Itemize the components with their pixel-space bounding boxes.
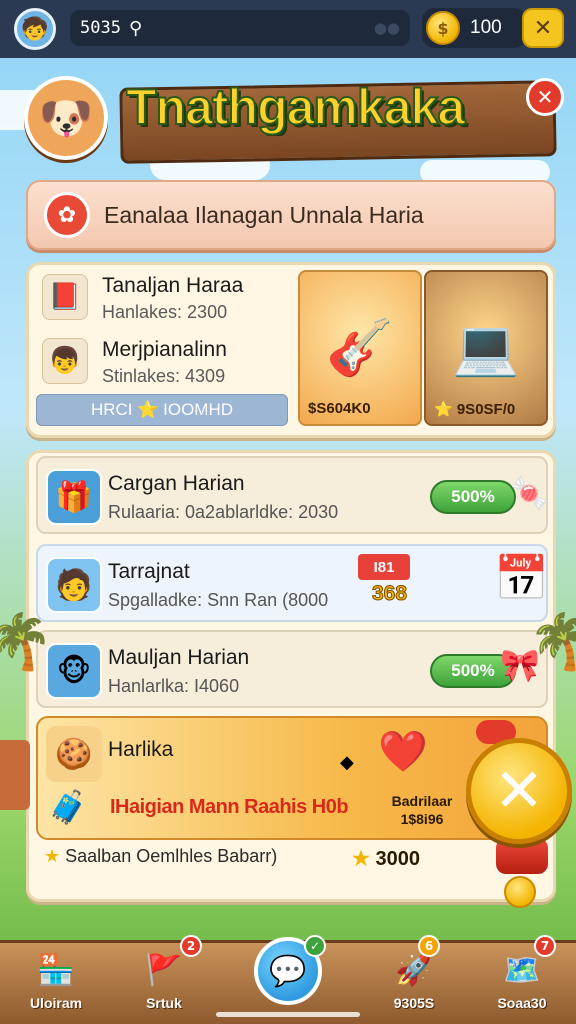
nav-label: Srtuk — [146, 995, 182, 1011]
ticket-value: 368 — [371, 582, 408, 606]
notification-badge: 2 — [180, 935, 202, 957]
featured-stat-pill[interactable]: HRCI ⭐ IOOMHD — [36, 394, 288, 426]
sparkle-icon: ◆ — [340, 752, 354, 773]
nav-item-rewards[interactable]: 🚀 6 9305S — [364, 935, 464, 1024]
coin-counter[interactable]: $ 100 — [422, 8, 526, 48]
calendar-icon: 📅 — [494, 553, 549, 604]
footer-value: 3000 — [375, 848, 421, 870]
bonus-label-line: Badrilaar — [391, 793, 453, 809]
bonus-label: Badrilaar 1$8i96 — [372, 792, 472, 828]
laptop-scene-card[interactable]: 💻 ⭐ 9S0SF/0 — [424, 270, 548, 426]
close-button[interactable]: ✕ — [522, 8, 564, 48]
promo-text: IHaigian Mann Raahis H0b — [110, 796, 349, 818]
special-title: Harlika — [108, 738, 174, 761]
character-icon: 👦 — [42, 338, 88, 384]
list-item[interactable]: 🐵 Mauljan Harian Hanlarlka: I4060 500% 🎀 — [36, 630, 548, 708]
notification-badge: 6 — [418, 935, 440, 957]
coin-icon: $ — [426, 11, 460, 45]
nav-item-chat[interactable]: 💬 ✓ — [254, 935, 326, 1005]
featured-item-sub: Stinlakes: 4309 — [102, 366, 226, 386]
gift-box-icon: 🎁 — [46, 469, 102, 525]
notification-badge: 7 — [534, 935, 556, 957]
mascot-avatar: 🐶 — [24, 76, 108, 160]
percent-badge[interactable]: 500% — [430, 480, 516, 514]
shop-icon: 🏪 — [37, 952, 75, 988]
footer-value-group: ★ 3000 — [352, 846, 420, 871]
ticket-badge: I81 — [358, 554, 410, 580]
heart-icon: ❤️ — [378, 729, 428, 775]
laptop-user-icon: 💻 — [452, 316, 520, 379]
nav-label: 9305S — [393, 995, 435, 1011]
treasure-chest-icon: 🧳 — [48, 788, 88, 826]
character-icon: 🧑 — [46, 557, 102, 613]
row-title: Cargan Harian — [108, 472, 245, 495]
monkey-icon: 🐵 — [46, 643, 102, 699]
panel-footer: ★ Saalban Oemlhles Babarr) — [44, 846, 344, 867]
daily-reward-bar[interactable]: ✿ Eanalaa Ilanagan Unnala Haria — [26, 180, 556, 250]
coin-count: 100 — [470, 17, 502, 38]
palm-tree-decoration: 🌴 — [0, 610, 54, 673]
game-title: Tnathgamkaka — [126, 78, 466, 136]
reward-icon: ✿ — [44, 192, 90, 238]
banner-close-button[interactable]: ✕ — [526, 78, 564, 116]
list-item[interactable]: 🎁 Cargan Harian Rulaaria: 0a2ablarldke: … — [36, 456, 550, 534]
player-avatar[interactable]: 🧒 — [14, 8, 56, 50]
guitar-scene-card[interactable]: 🎸 $S604K0 — [298, 270, 422, 426]
palm-tree-decoration: 🌴 — [528, 610, 576, 673]
row-subtitle: Spgalladke: Snn Ran (8000 — [108, 590, 329, 610]
cookie-character-icon: 🍪 — [46, 726, 102, 782]
bonus-label-line: 1$8i96 — [400, 811, 444, 827]
coin-icon — [504, 876, 536, 908]
row-subtitle: Hanlarlka: I4060 — [108, 676, 240, 696]
row-title: Tarrajnat — [108, 560, 190, 583]
scene-price: $S604K0 — [308, 400, 371, 417]
list-item[interactable]: 🧑 Tarrajnat Spgalladke: Snn Ran (8000 I8… — [36, 544, 549, 622]
microphone-icon[interactable]: ●● — [374, 19, 400, 37]
chat-icon: 💬 — [269, 953, 307, 989]
nav-item-map[interactable]: 🗺️ 7 Soaa30 — [472, 935, 572, 1024]
nav-label: Soaa30 — [497, 995, 547, 1011]
hut-decoration — [0, 740, 30, 810]
notification-badge: ✓ — [304, 935, 326, 957]
featured-item-title: Merjpianalinn — [102, 338, 227, 361]
search-bar[interactable]: 5035 ⚲ ●● — [70, 10, 410, 46]
nav-label: Uloiram — [29, 995, 83, 1011]
featured-item-title: Tanaljan Haraa — [102, 274, 244, 297]
search-input[interactable]: 5035 — [80, 18, 121, 38]
candy-icon: 🍬 — [510, 474, 550, 512]
search-icon[interactable]: ⚲ — [129, 18, 142, 39]
daily-reward-text: Eanalaa Ilanagan Unnala Haria — [104, 201, 424, 228]
book-icon: 📕 — [42, 274, 88, 320]
footer-text: Saalban Oemlhles Babarr) — [65, 846, 278, 866]
nav-item-shop[interactable]: 🏪 Uloiram — [6, 943, 106, 1024]
row-title: Mauljan Harian — [108, 646, 250, 669]
nav-item-quests[interactable]: 🚩 2 Srtuk — [114, 935, 214, 1024]
star-icon: ★ — [44, 846, 61, 866]
big-close-button[interactable]: ✕ — [466, 738, 572, 844]
scene-price: ⭐ 9S0SF/0 — [434, 401, 516, 418]
row-subtitle: Rulaaria: 0a2ablarldke: 2030 — [108, 502, 339, 522]
flag-icon: 🚩 — [145, 952, 183, 988]
guitar-player-icon: 🎸 — [326, 316, 394, 379]
star-icon: ★ — [352, 848, 370, 870]
featured-item-sub: Hanlakes: 2300 — [102, 302, 228, 322]
home-indicator[interactable] — [216, 1012, 360, 1017]
